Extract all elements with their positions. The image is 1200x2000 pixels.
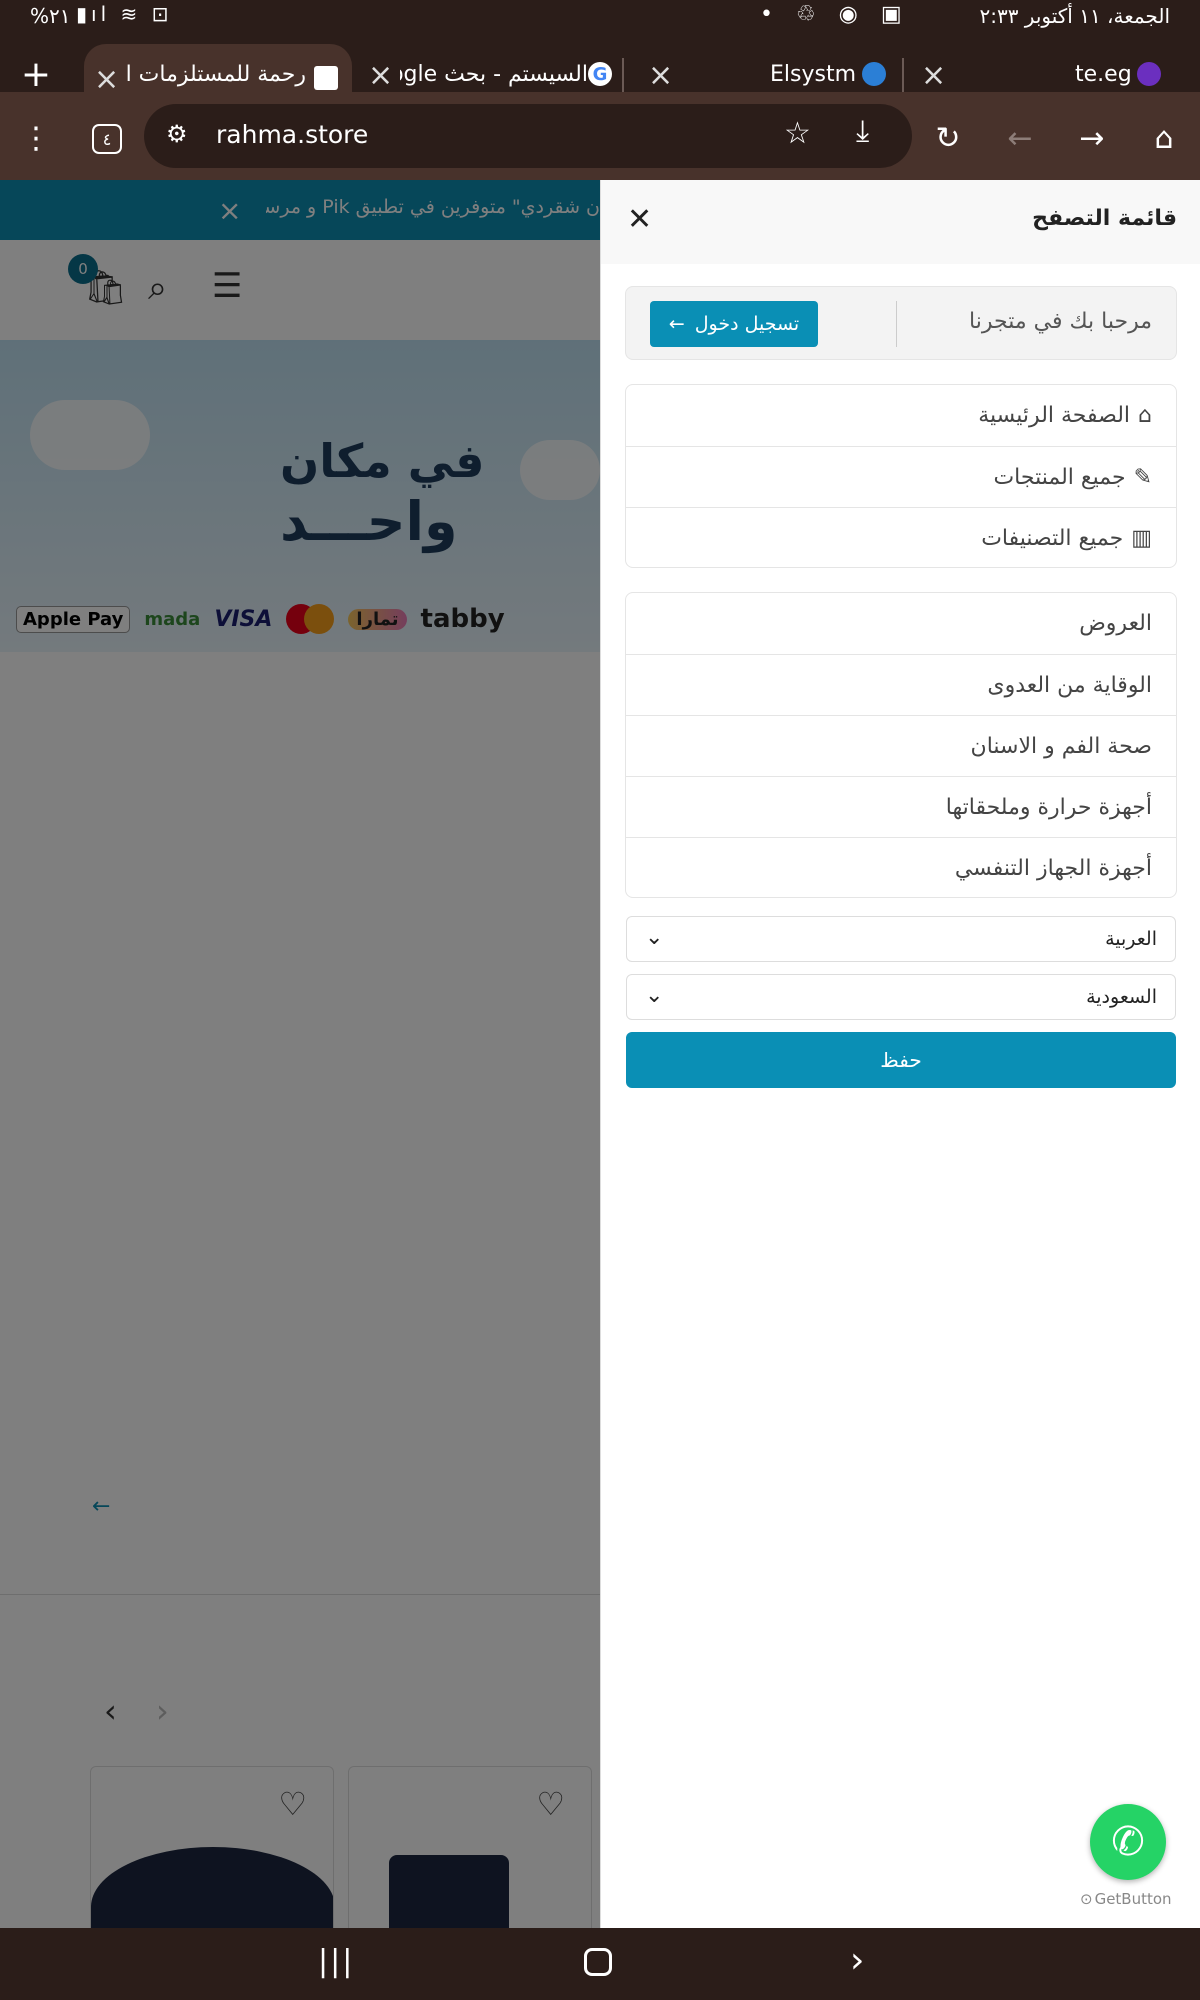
getbutton-label: GetButton	[1094, 1890, 1172, 1908]
login-button[interactable]: ← تسجيل دخول	[650, 301, 818, 347]
chevron-down-icon: ⌄	[645, 983, 664, 1008]
whatsapp-icon[interactable]: ✆	[1090, 1804, 1166, 1880]
back-icon[interactable]: ←	[996, 114, 1044, 162]
category-label: الوقاية من العدوى	[987, 672, 1152, 698]
status-date-time: الجمعة، ١١ أكتوبر ٢:٣٣	[979, 4, 1170, 28]
google-icon: G	[588, 62, 612, 86]
welcome-text: مرحبا بك في متجرنا	[969, 309, 1152, 334]
category-links: العروض الوقاية من العدوى صحة الفم و الاس…	[625, 592, 1177, 898]
language-select[interactable]: ⌄ العربية	[626, 916, 1176, 962]
dim-overlay[interactable]	[0, 180, 600, 1928]
tab-title: رحمة للمستلزمات الط	[126, 62, 306, 87]
close-tab-icon[interactable]: ×	[368, 58, 393, 93]
sparkle-icon: ✎	[1133, 464, 1152, 490]
home-icon[interactable]: ⌂	[1140, 114, 1188, 162]
language-value: العربية	[1105, 928, 1157, 950]
menu-label: الصفحة الرئيسية	[978, 403, 1131, 428]
country-value: السعودية	[1086, 986, 1157, 1008]
menu-item-home[interactable]: الصفحة الرئيسية ⌂	[626, 385, 1176, 446]
home-nav-icon[interactable]	[584, 1948, 612, 1976]
arrow-left-icon: ←	[668, 313, 685, 335]
tab-count: ٤	[102, 129, 112, 149]
save-button[interactable]: حفظ	[626, 1032, 1176, 1088]
status-bar: الجمعة، ١١ أكتوبر ٢:٣٣ • ♲ ◉ ▣ %٢١ ▮ıl ≋…	[0, 0, 1200, 36]
category-label: صحة الفم و الاسنان	[970, 733, 1152, 759]
menu-dots-icon[interactable]: ⋮	[12, 114, 60, 162]
login-label: تسجيل دخول	[694, 313, 800, 335]
category-label: العروض	[1079, 611, 1152, 636]
site-settings-icon[interactable]: ⚙	[166, 120, 188, 148]
rahma-icon	[314, 66, 338, 90]
tab-title: السيستم - بحث Google	[400, 62, 588, 87]
home-icon: ⌂	[1138, 403, 1152, 428]
drawer-header: ✕ قائمة التصفح	[601, 180, 1200, 264]
category-item[interactable]: أجهزة الجهاز التنفسي	[626, 837, 1176, 898]
system-nav-bar: ||| ›	[0, 1928, 1200, 2000]
category-item[interactable]: صحة الفم و الاسنان	[626, 715, 1176, 776]
category-item[interactable]: أجهزة حرارة وملحقاتها	[626, 776, 1176, 837]
signal-icons: ▮ıl ≋ ⊡	[76, 2, 173, 26]
tab-count-button[interactable]: ٤	[92, 124, 122, 154]
welcome-divider	[896, 301, 897, 347]
category-item[interactable]: العروض	[626, 593, 1176, 654]
tab-title: Elsystm	[770, 62, 857, 87]
battery-level: %٢١	[30, 4, 71, 28]
main-links: الصفحة الرئيسية ⌂ جميع المنتجات ✎ جميع ا…	[625, 384, 1177, 568]
download-icon[interactable]: ⤓	[856, 114, 869, 149]
recent-apps-icon[interactable]: |||	[318, 1944, 354, 1979]
screen: الجمعة، ١١ أكتوبر ٢:٣٣ • ♲ ◉ ▣ %٢١ ▮ıl ≋…	[0, 0, 1200, 2000]
getbutton-icon: ⊙	[1080, 1890, 1093, 1908]
globe-icon	[862, 62, 886, 86]
close-tab-icon[interactable]: ×	[921, 58, 946, 93]
country-select[interactable]: ⌄ السعودية	[626, 974, 1176, 1020]
drawer-title: قائمة التصفح	[1032, 206, 1177, 231]
menu-label: جميع التصنيفات	[981, 525, 1124, 551]
chevron-down-icon: ⌄	[645, 925, 664, 950]
new-tab-icon[interactable]: +	[12, 50, 60, 98]
url-text: rahma.store	[216, 120, 369, 149]
menu-label: جميع المنتجات	[993, 464, 1126, 490]
layout-icon: ▥	[1131, 525, 1152, 551]
back-nav-icon[interactable]: ›	[850, 1940, 864, 1981]
address-bar[interactable]: ⚙ rahma.store ☆ ⤓	[144, 104, 912, 168]
menu-item-all-products[interactable]: جميع المنتجات ✎	[626, 446, 1176, 507]
bookmark-star-icon[interactable]: ☆	[784, 116, 811, 151]
forward-icon[interactable]: →	[1068, 114, 1116, 162]
category-item[interactable]: الوقاية من العدوى	[626, 654, 1176, 715]
reload-icon[interactable]: ↻	[924, 114, 972, 162]
tab-title: te.eg	[1075, 62, 1132, 87]
getbutton-credit[interactable]: ⊙ GetButton	[1080, 1890, 1172, 1908]
category-label: أجهزة حرارة وملحقاتها	[945, 794, 1152, 820]
notification-icons: • ♲ ◉ ▣	[760, 2, 910, 27]
purple-badge-icon	[1137, 62, 1161, 86]
category-label: أجهزة الجهاز التنفسي	[954, 855, 1152, 881]
welcome-box: مرحبا بك في متجرنا ← تسجيل دخول	[625, 286, 1177, 360]
close-tab-icon[interactable]: ×	[648, 58, 673, 93]
menu-item-all-categories[interactable]: جميع التصنيفات ▥	[626, 507, 1176, 568]
save-label: حفظ	[880, 1048, 922, 1072]
close-drawer-icon[interactable]: ✕	[627, 202, 652, 237]
